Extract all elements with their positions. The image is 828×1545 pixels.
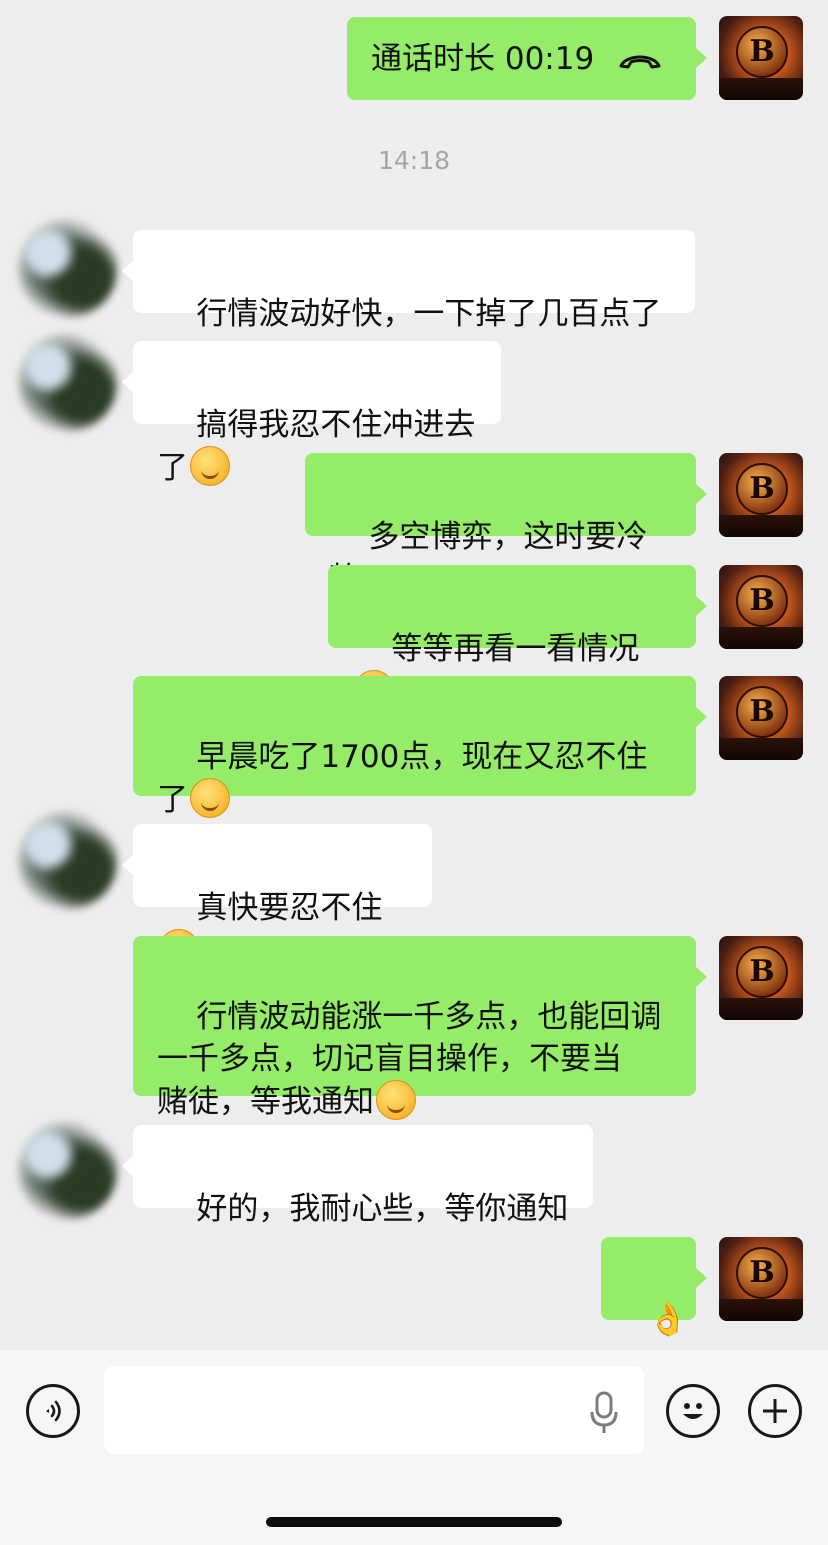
message-bubble-incoming[interactable]: 真快要忍不住 <box>122 824 432 969</box>
message-bubble-outgoing[interactable]: 早晨吃了1700点，现在又忍不住 了 <box>133 676 707 818</box>
message-text: 真快要忍不住 <box>196 890 383 926</box>
plus-icon[interactable] <box>748 1384 802 1438</box>
contact-avatar[interactable] <box>18 218 118 318</box>
facepalm-emoji <box>190 446 230 486</box>
my-avatar[interactable]: B <box>719 16 803 100</box>
message-text: 等等再看一看情况 <box>391 631 640 667</box>
input-bar <box>0 1350 828 1545</box>
message-bubble-outgoing[interactable]: 等等再看一看情况 <box>328 565 707 710</box>
avatar-horizon <box>719 738 803 760</box>
message-text: 行情波动好快，一下掉了几百点了 <box>196 296 662 332</box>
bitcoin-avatar-image: B <box>736 463 788 515</box>
smirk-emoji <box>190 778 230 818</box>
message-text: 早晨吃了1700点，现在又忍不住 了 <box>157 739 648 818</box>
avatar-horizon <box>719 627 803 649</box>
message-bubble-outgoing[interactable]: 多空博弈，这时要冷静 <box>305 453 707 597</box>
my-avatar[interactable]: B <box>719 453 803 537</box>
message-bubble-incoming[interactable]: 好的，我耐心些，等你通知 <box>122 1125 593 1227</box>
chat-area: 通话时长 00:19 B 14:18 行情波动好快，一下掉了几百点了 搞得我忍不… <box>0 0 828 1350</box>
chat-timestamp: 14:18 <box>377 146 451 175</box>
bitcoin-avatar-image: B <box>736 26 788 78</box>
call-duration-label: 通话时长 00:19 <box>371 40 595 77</box>
contact-avatar[interactable] <box>18 810 118 910</box>
bitcoin-avatar-image: B <box>736 946 788 998</box>
message-text-input[interactable] <box>104 1366 644 1454</box>
message-bubble-outgoing[interactable]: 行情波动能涨一千多点，也能回调 一千多点，切记盲目操作，不要当 赌徒，等我通知 <box>133 936 707 1120</box>
contact-avatar[interactable] <box>18 1120 118 1220</box>
my-avatar[interactable]: B <box>719 1237 803 1321</box>
avatar-horizon <box>719 1299 803 1321</box>
thinking-emoji <box>376 1080 416 1120</box>
smiley-glyph <box>683 1403 703 1419</box>
message-bubble-outgoing[interactable]: 👌 <box>601 1237 707 1338</box>
bitcoin-avatar-image: B <box>736 1247 788 1299</box>
my-avatar[interactable]: B <box>719 936 803 1020</box>
message-bubble-incoming[interactable]: 搞得我忍不住冲进去了 <box>122 341 501 486</box>
message-text: 好的，我耐心些，等你通知 <box>196 1191 569 1227</box>
phone-hangup-icon <box>619 55 661 68</box>
ok-hand-emoji: 👌 <box>648 1300 689 1338</box>
bitcoin-avatar-image: B <box>736 686 788 738</box>
bitcoin-avatar-image: B <box>736 575 788 627</box>
plus-glyph <box>763 1399 787 1423</box>
avatar-horizon <box>719 515 803 537</box>
microphone-icon[interactable] <box>588 1390 620 1436</box>
my-avatar[interactable]: B <box>719 676 803 760</box>
call-duration-message[interactable]: 通话时长 00:19 <box>347 17 707 100</box>
voice-input-icon[interactable] <box>26 1384 80 1438</box>
contact-avatar[interactable] <box>18 332 118 432</box>
message-bubble-incoming[interactable]: 行情波动好快，一下掉了几百点了 <box>122 230 695 332</box>
avatar-horizon <box>719 998 803 1020</box>
avatar-horizon <box>719 78 803 100</box>
my-avatar[interactable]: B <box>719 565 803 649</box>
home-indicator[interactable] <box>266 1517 562 1527</box>
emoji-picker-icon[interactable] <box>666 1384 720 1438</box>
voice-wave-glyph <box>46 1400 61 1422</box>
